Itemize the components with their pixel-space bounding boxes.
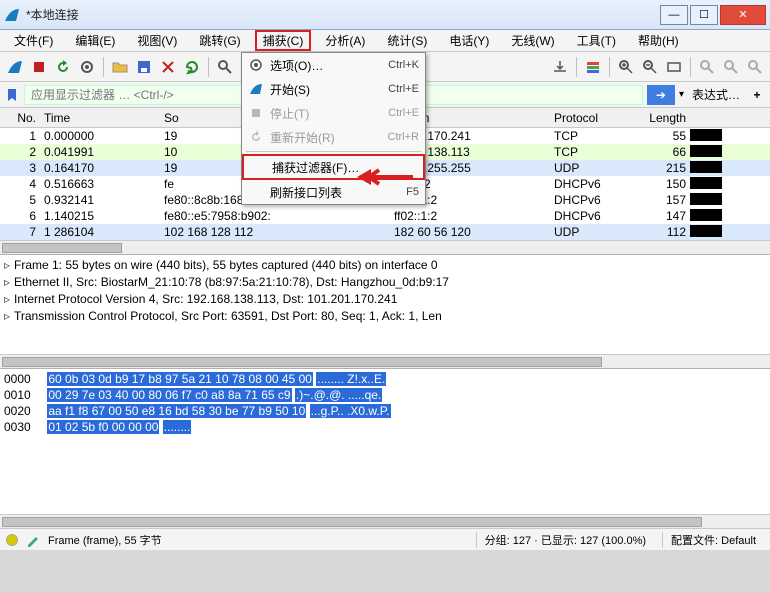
table-row[interactable]: 61.140215fe80::e5:7958:b902:ff02::1:2DHC…: [0, 208, 770, 224]
maximize-button[interactable]: ☐: [690, 5, 718, 25]
bookmark-icon[interactable]: [4, 87, 20, 103]
zoom-out-icon[interactable]: [639, 56, 661, 78]
separator: [576, 57, 577, 77]
hex-hscroll[interactable]: [0, 514, 770, 528]
zoom-reset-icon[interactable]: [663, 56, 685, 78]
separator: [208, 57, 209, 77]
status-bar: Frame (frame), 55 字节 分组: 127 · 已显示: 127 …: [0, 528, 770, 550]
restart-capture-icon[interactable]: [52, 56, 74, 78]
menu-edit[interactable]: 编辑(E): [67, 30, 123, 51]
detail-tcp[interactable]: Transmission Control Protocol, Src Port:…: [14, 309, 442, 323]
autoscroll-icon[interactable]: [549, 56, 571, 78]
app-icon: [4, 7, 20, 23]
hex-row[interactable]: 0000 60 0b 03 0d b9 17 b8 97 5a 21 10 78…: [4, 371, 766, 387]
minimize-button[interactable]: —: [660, 5, 688, 25]
details-hscroll[interactable]: [0, 354, 770, 368]
stop-capture-icon[interactable]: [28, 56, 50, 78]
separator: [609, 57, 610, 77]
add-filter-button[interactable]: +: [748, 88, 766, 102]
status-packets: 分组: 127 · 已显示: 127 (100.0%): [476, 532, 654, 548]
callout-arrow-icon: [355, 165, 415, 189]
separator: [103, 57, 104, 77]
zoom-alt2-icon[interactable]: [744, 56, 766, 78]
col-len[interactable]: Length: [630, 111, 690, 125]
menu-bar: 文件(F) 编辑(E) 视图(V) 跳转(G) 捕获(C) 分析(A) 统计(S…: [0, 30, 770, 52]
window-title: *本地连接: [26, 6, 658, 23]
zoom-in-icon[interactable]: [615, 56, 637, 78]
hex-row[interactable]: 0020 aa f1 f8 67 00 50 e8 16 bd 58 30 be…: [4, 403, 766, 419]
save-file-icon[interactable]: [133, 56, 155, 78]
menu-restart: 重新开始(R) Ctrl+R: [242, 125, 425, 149]
expression-button[interactable]: 表达式…: [688, 86, 744, 103]
find-packet-icon[interactable]: [214, 56, 236, 78]
close-file-icon[interactable]: [157, 56, 179, 78]
titlebar: *本地连接 — ☐ ✕: [0, 0, 770, 30]
hex-dump[interactable]: 0000 60 0b 03 0d b9 17 b8 97 5a 21 10 78…: [0, 368, 770, 514]
menu-stop: 停止(T) Ctrl+E: [242, 101, 425, 125]
menu-tools[interactable]: 工具(T): [569, 30, 624, 51]
menu-start[interactable]: 开始(S) Ctrl+E: [242, 77, 425, 101]
status-profile[interactable]: 配置文件: Default: [662, 532, 764, 548]
col-src[interactable]: So: [160, 111, 230, 125]
coloring-icon[interactable]: [582, 56, 604, 78]
menu-go[interactable]: 跳转(G): [191, 30, 248, 51]
detail-frame[interactable]: Frame 1: 55 bytes on wire (440 bits), 55…: [14, 258, 438, 272]
reload-icon[interactable]: [181, 56, 203, 78]
menu-file[interactable]: 文件(F): [6, 30, 61, 51]
separator: [690, 57, 691, 77]
menu-wireless[interactable]: 无线(W): [503, 30, 562, 51]
packet-details[interactable]: ▹Frame 1: 55 bytes on wire (440 bits), 5…: [0, 254, 770, 354]
start-capture-icon[interactable]: [4, 56, 26, 78]
status-edit-icon[interactable]: [26, 533, 40, 547]
status-frame: Frame (frame), 55 字节: [48, 532, 468, 548]
window-controls: — ☐ ✕: [658, 5, 766, 25]
expert-info-icon[interactable]: [6, 534, 18, 546]
hex-row[interactable]: 0030 01 02 5b f0 00 00 00 ........: [4, 419, 766, 435]
apply-filter-button[interactable]: ➔: [647, 85, 675, 105]
col-time[interactable]: Time: [40, 111, 160, 125]
menu-capture[interactable]: 捕获(C): [255, 30, 312, 51]
menu-telephony[interactable]: 电话(Y): [441, 30, 497, 51]
packet-list-hscroll[interactable]: [0, 240, 770, 254]
zoom-alt1-icon[interactable]: [720, 56, 742, 78]
hex-row[interactable]: 0010 00 29 7e 03 40 00 80 06 f7 c0 a8 8a…: [4, 387, 766, 403]
detail-ip[interactable]: Internet Protocol Version 4, Src: 192.16…: [14, 292, 397, 306]
menu-stats[interactable]: 统计(S): [379, 30, 435, 51]
table-row[interactable]: 71 286104102 168 128 112182 60 56 120UDP…: [0, 224, 770, 240]
menu-help[interactable]: 帮助(H): [630, 30, 687, 51]
resize-cols-icon[interactable]: [696, 56, 718, 78]
menu-separator: [246, 151, 421, 152]
col-proto[interactable]: Protocol: [550, 111, 630, 125]
capture-options-icon[interactable]: [76, 56, 98, 78]
menu-options[interactable]: 选项(O)… Ctrl+K: [242, 53, 425, 77]
menu-analyze[interactable]: 分析(A): [317, 30, 373, 51]
open-file-icon[interactable]: [109, 56, 131, 78]
detail-eth[interactable]: Ethernet II, Src: BiostarM_21:10:78 (b8:…: [14, 275, 449, 289]
close-button[interactable]: ✕: [720, 5, 766, 25]
menu-view[interactable]: 视图(V): [129, 30, 185, 51]
col-no[interactable]: No.: [0, 111, 40, 125]
